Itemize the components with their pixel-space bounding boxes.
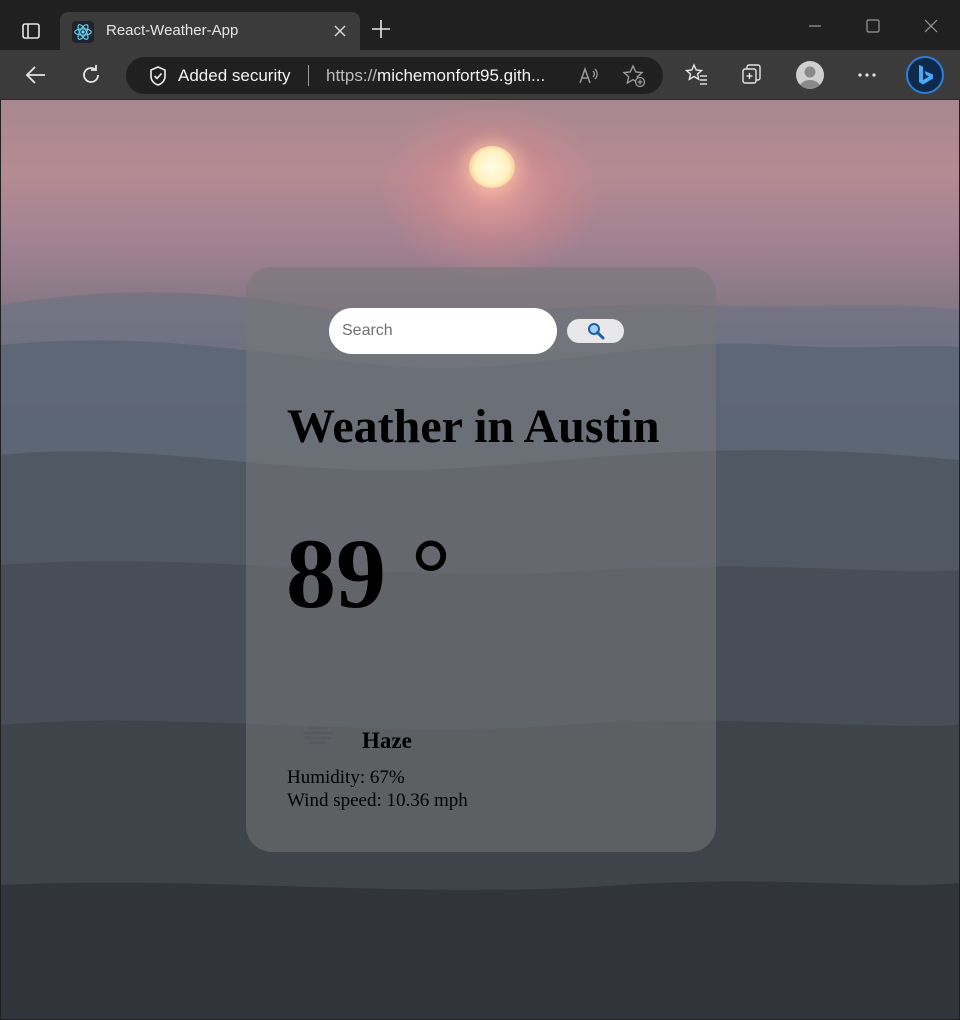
read-aloud-icon[interactable] bbox=[578, 65, 600, 87]
temperature-value: 89 ° bbox=[286, 518, 451, 629]
url-host: michemonfort95.gith... bbox=[377, 66, 546, 85]
react-logo-icon bbox=[72, 21, 94, 43]
more-icon[interactable] bbox=[854, 62, 880, 88]
new-tab-icon[interactable] bbox=[370, 18, 392, 40]
close-window-icon[interactable] bbox=[919, 14, 943, 38]
haze-icon bbox=[302, 726, 334, 745]
collections-icon[interactable] bbox=[739, 62, 765, 88]
tab-title: React-Weather-App bbox=[106, 22, 239, 39]
close-tab-icon[interactable] bbox=[330, 21, 350, 41]
humidity-text: Humidity: 67% bbox=[287, 767, 405, 788]
favorites-icon[interactable] bbox=[684, 62, 710, 88]
security-label[interactable]: Added security bbox=[178, 66, 290, 86]
refresh-icon[interactable] bbox=[78, 62, 104, 88]
page-background: Weather in Austin 89 ° Haze Humidity: 67… bbox=[1, 100, 959, 1019]
condition-label: Haze bbox=[362, 728, 412, 753]
sun-image bbox=[469, 146, 515, 188]
sun-glow bbox=[381, 100, 601, 280]
search-button[interactable] bbox=[567, 319, 624, 343]
minimize-icon[interactable] bbox=[803, 14, 827, 38]
weather-card: Weather in Austin 89 ° Haze Humidity: 67… bbox=[246, 267, 716, 852]
maximize-icon[interactable] bbox=[861, 14, 885, 38]
address-bar[interactable]: Added security https://michemonfort95.gi… bbox=[126, 57, 663, 94]
address-separator bbox=[308, 65, 309, 86]
tab-actions-icon[interactable] bbox=[14, 14, 48, 48]
browser-title-bar: React-Weather-App bbox=[0, 0, 960, 50]
wind-speed-text: Wind speed: 10.36 mph bbox=[287, 790, 468, 811]
add-favorite-icon[interactable] bbox=[622, 64, 646, 88]
magnifier-icon bbox=[587, 323, 604, 340]
city-heading: Weather in Austin bbox=[287, 400, 660, 453]
url-prefix: https:// bbox=[326, 66, 378, 85]
back-arrow-icon[interactable] bbox=[23, 62, 49, 88]
search-input[interactable] bbox=[329, 308, 557, 354]
browser-toolbar: Added security https://michemonfort95.gi… bbox=[0, 50, 960, 100]
bing-copilot-icon[interactable] bbox=[906, 56, 944, 94]
profile-avatar[interactable] bbox=[796, 61, 824, 89]
browser-tab-active[interactable]: React-Weather-App bbox=[60, 12, 360, 50]
url-text[interactable]: https://michemonfort95.gith... bbox=[326, 66, 545, 86]
shield-icon[interactable] bbox=[148, 65, 168, 87]
